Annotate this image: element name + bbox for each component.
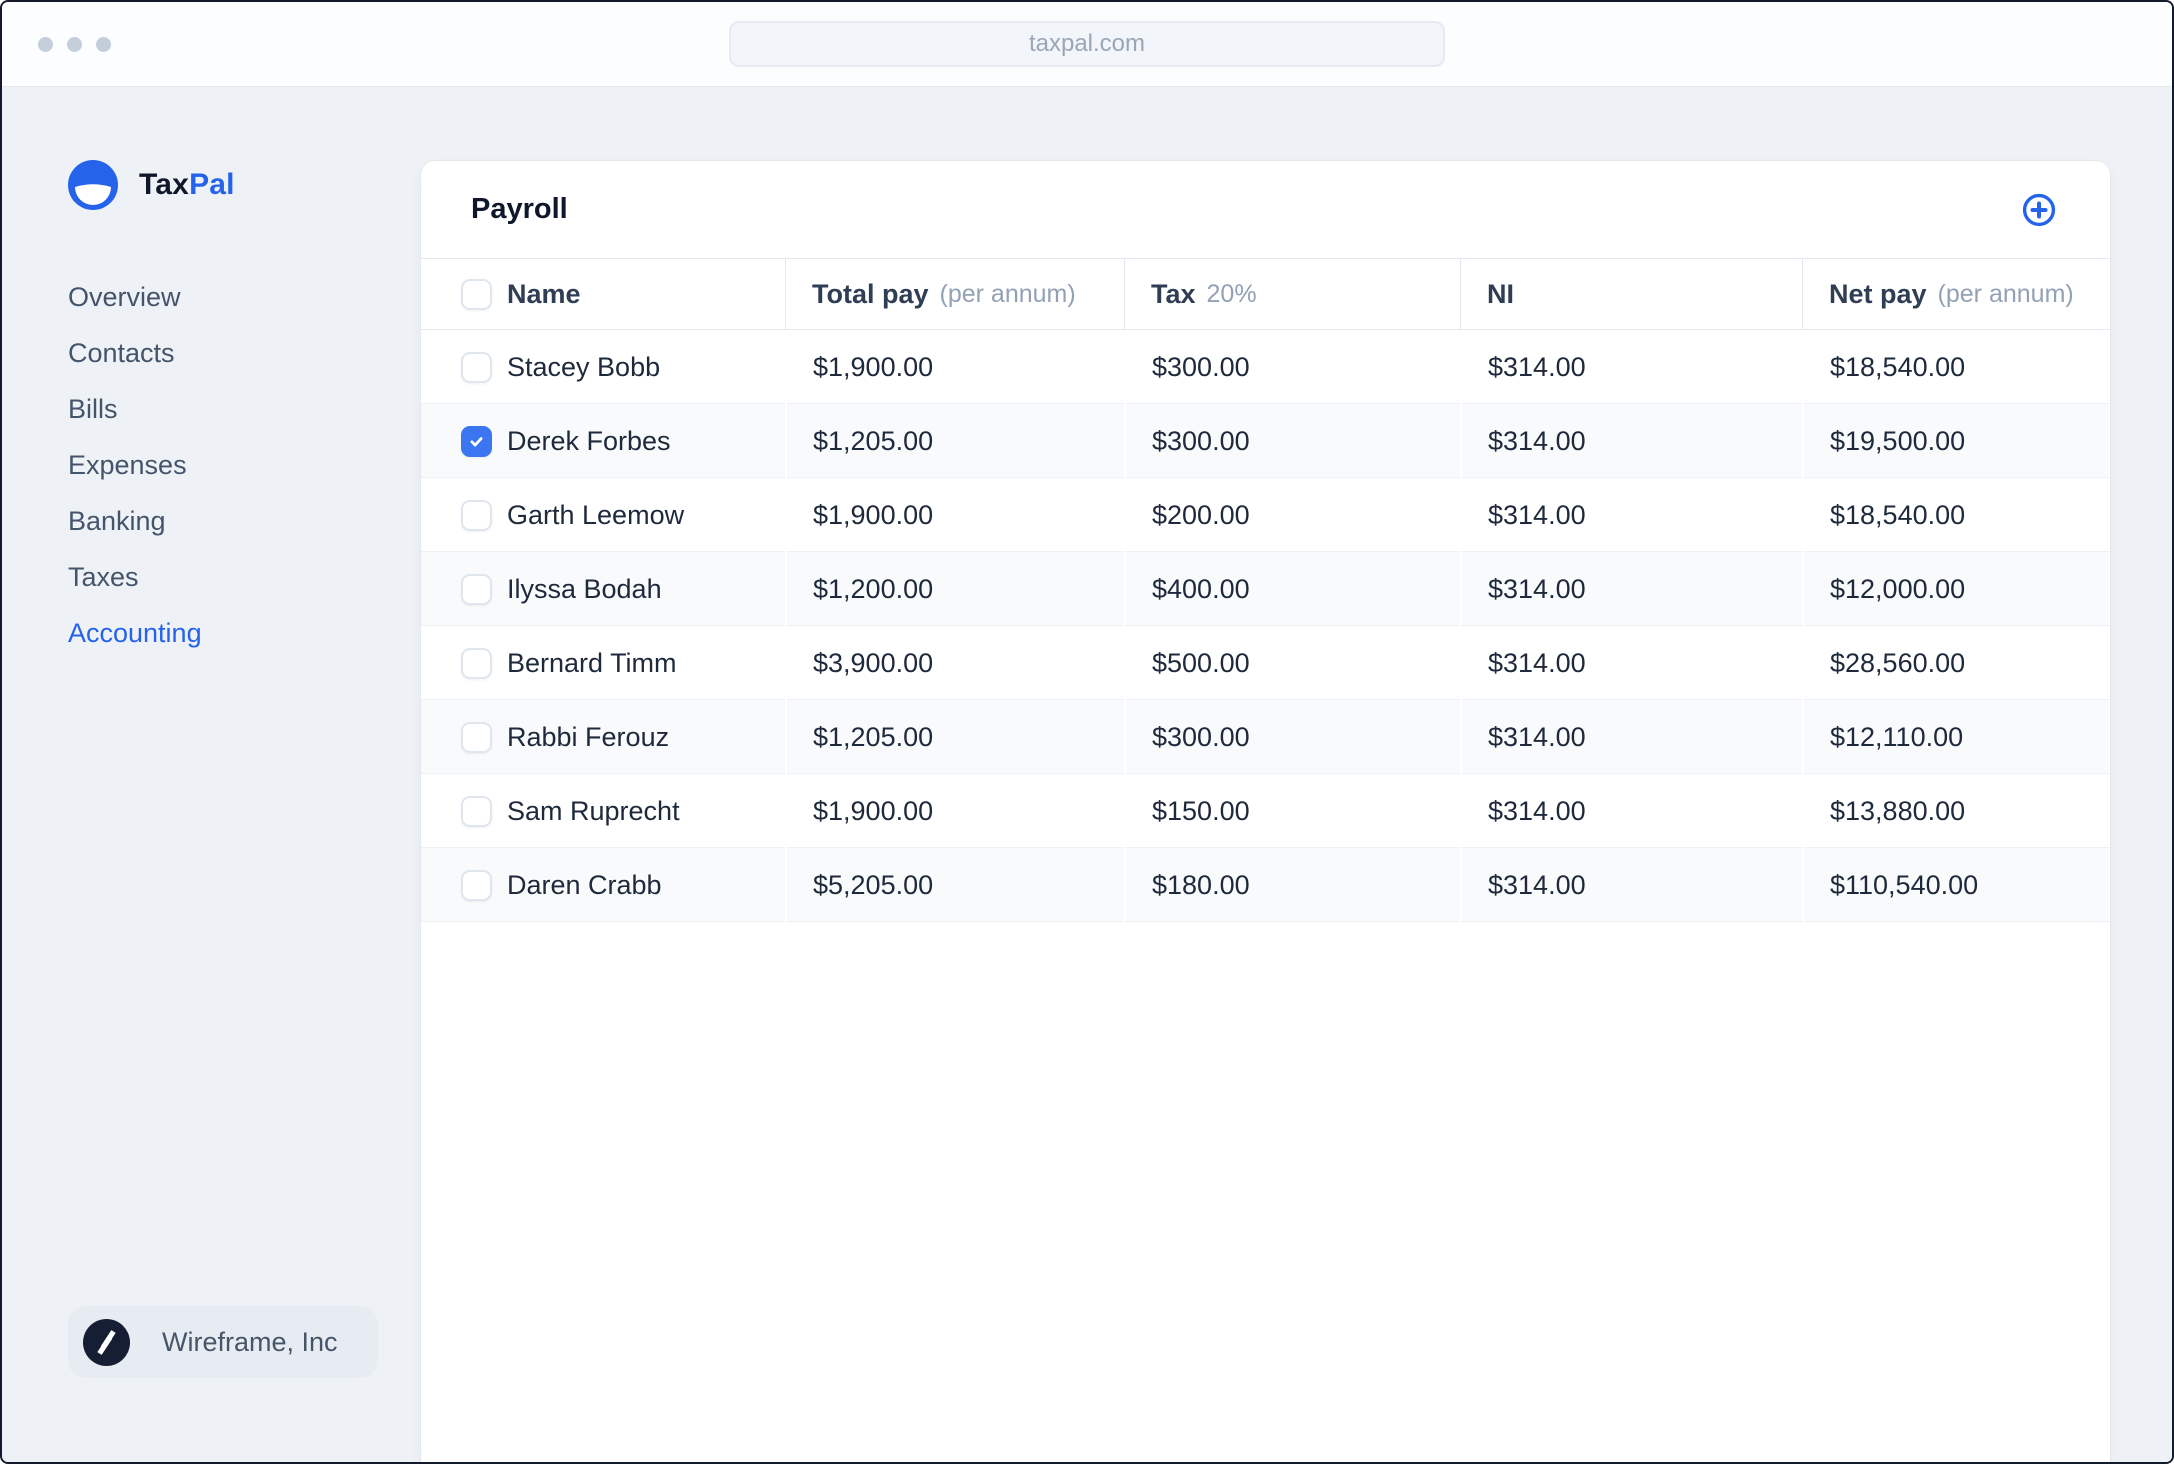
cell-ni: $314.00 bbox=[1460, 404, 1802, 478]
cell-total-pay: $1,205.00 bbox=[785, 404, 1124, 478]
sidebar-item-expenses[interactable]: Expenses bbox=[68, 450, 187, 481]
wireframe-logo-icon bbox=[83, 1318, 130, 1366]
page-content: TaxPal Overview Contacts Bills Expenses … bbox=[2, 87, 2172, 1462]
brand-name: TaxPal bbox=[139, 168, 235, 201]
table-header-row: Name Total pay (per annum) Tax 20% NI Ne… bbox=[421, 258, 2110, 330]
cell-name: Daren Crabb bbox=[421, 848, 785, 922]
cell-tax: $500.00 bbox=[1124, 626, 1460, 700]
cell-ni: $314.00 bbox=[1460, 700, 1802, 774]
brand: TaxPal bbox=[68, 160, 421, 210]
cell-net-pay: $18,540.00 bbox=[1802, 478, 2110, 552]
table-row: Stacey Bobb $1,900.00 $300.00 $314.00 $1… bbox=[421, 330, 2110, 404]
main-area: Payroll Name Total pay (per annum) Tax 2… bbox=[421, 87, 2172, 1462]
table-row: Bernard Timm $3,900.00 $500.00 $314.00 $… bbox=[421, 626, 2110, 700]
cell-tax: $300.00 bbox=[1124, 404, 1460, 478]
column-header-total-pay: Total pay (per annum) bbox=[785, 259, 1124, 329]
cell-tax: $400.00 bbox=[1124, 552, 1460, 626]
column-header-name: Name bbox=[421, 259, 785, 329]
table-row: Daren Crabb $5,205.00 $180.00 $314.00 $1… bbox=[421, 848, 2110, 922]
column-header-ni: NI bbox=[1460, 259, 1802, 329]
cell-ni: $314.00 bbox=[1460, 330, 1802, 404]
cell-name: Ilyssa Bodah bbox=[421, 552, 785, 626]
sidebar: TaxPal Overview Contacts Bills Expenses … bbox=[2, 87, 421, 1462]
window-dot-icon bbox=[96, 36, 111, 52]
column-header-net-pay: Net pay (per annum) bbox=[1802, 259, 2110, 329]
table-row: Derek Forbes $1,205.00 $300.00 $314.00 $… bbox=[421, 404, 2110, 478]
payroll-header: Payroll bbox=[421, 161, 2110, 258]
sidebar-nav: Overview Contacts Bills Expenses Banking… bbox=[68, 269, 421, 661]
cell-total-pay: $1,200.00 bbox=[785, 552, 1124, 626]
cell-ni: $314.00 bbox=[1460, 552, 1802, 626]
cell-net-pay: $12,110.00 bbox=[1802, 700, 2110, 774]
window-dot-icon bbox=[67, 36, 82, 52]
url-text: taxpal.com bbox=[1028, 30, 1146, 57]
payroll-card: Payroll Name Total pay (per annum) Tax 2… bbox=[421, 161, 2110, 1462]
app-window: taxpal.com TaxPal Overview Contacts Bill… bbox=[0, 0, 2174, 1464]
cell-total-pay: $1,900.00 bbox=[785, 330, 1124, 404]
cell-net-pay: $12,000.00 bbox=[1802, 552, 2110, 626]
sidebar-item-taxes[interactable]: Taxes bbox=[68, 562, 139, 593]
url-bar[interactable]: taxpal.com bbox=[729, 21, 1445, 67]
row-checkbox[interactable] bbox=[461, 721, 492, 753]
cell-total-pay: $3,900.00 bbox=[785, 626, 1124, 700]
cell-total-pay: $1,205.00 bbox=[785, 700, 1124, 774]
cell-ni: $314.00 bbox=[1460, 478, 1802, 552]
window-controls bbox=[38, 2, 111, 86]
company-badge[interactable]: Wireframe, Inc bbox=[68, 1306, 378, 1378]
cell-name: Rabbi Ferouz bbox=[421, 700, 785, 774]
browser-topbar: taxpal.com bbox=[2, 2, 2172, 87]
cell-name: Bernard Timm bbox=[421, 626, 785, 700]
cell-tax: $180.00 bbox=[1124, 848, 1460, 922]
table-row: Ilyssa Bodah $1,200.00 $400.00 $314.00 $… bbox=[421, 552, 2110, 626]
sidebar-item-bills[interactable]: Bills bbox=[68, 394, 118, 425]
cell-tax: $300.00 bbox=[1124, 330, 1460, 404]
sidebar-item-banking[interactable]: Banking bbox=[68, 506, 166, 537]
cell-tax: $200.00 bbox=[1124, 478, 1460, 552]
cell-net-pay: $18,540.00 bbox=[1802, 330, 2110, 404]
select-all-checkbox[interactable] bbox=[461, 278, 492, 310]
cell-name: Garth Leemow bbox=[421, 478, 785, 552]
column-header-tax: Tax 20% bbox=[1124, 259, 1460, 329]
cell-net-pay: $110,540.00 bbox=[1802, 848, 2110, 922]
cell-total-pay: $5,205.00 bbox=[785, 848, 1124, 922]
cell-tax: $150.00 bbox=[1124, 774, 1460, 848]
cell-net-pay: $19,500.00 bbox=[1802, 404, 2110, 478]
sidebar-item-accounting[interactable]: Accounting bbox=[68, 618, 202, 649]
window-dot-icon bbox=[38, 36, 53, 52]
page-title: Payroll bbox=[471, 193, 568, 225]
row-checkbox[interactable] bbox=[461, 499, 492, 531]
cell-tax: $300.00 bbox=[1124, 700, 1460, 774]
cell-name: Sam Ruprecht bbox=[421, 774, 785, 848]
cell-net-pay: $13,880.00 bbox=[1802, 774, 2110, 848]
cell-name: Derek Forbes bbox=[421, 404, 785, 478]
cell-total-pay: $1,900.00 bbox=[785, 774, 1124, 848]
row-checkbox[interactable] bbox=[461, 647, 492, 679]
add-employee-button[interactable] bbox=[2021, 192, 2057, 228]
check-icon bbox=[470, 436, 483, 446]
sidebar-item-overview[interactable]: Overview bbox=[68, 282, 181, 313]
row-checkbox[interactable] bbox=[461, 425, 492, 457]
table-row: Sam Ruprecht $1,900.00 $150.00 $314.00 $… bbox=[421, 774, 2110, 848]
cell-total-pay: $1,900.00 bbox=[785, 478, 1124, 552]
table-row: Rabbi Ferouz $1,205.00 $300.00 $314.00 $… bbox=[421, 700, 2110, 774]
row-checkbox[interactable] bbox=[461, 351, 492, 383]
cell-ni: $314.00 bbox=[1460, 848, 1802, 922]
taxpal-logo-icon bbox=[68, 160, 118, 210]
cell-name: Stacey Bobb bbox=[421, 330, 785, 404]
company-name: Wireframe, Inc bbox=[162, 1326, 338, 1357]
row-checkbox[interactable] bbox=[461, 795, 492, 827]
plus-circle-icon bbox=[2022, 193, 2056, 226]
table-row: Garth Leemow $1,900.00 $200.00 $314.00 $… bbox=[421, 478, 2110, 552]
table-body: Stacey Bobb $1,900.00 $300.00 $314.00 $1… bbox=[421, 330, 2110, 1462]
row-checkbox[interactable] bbox=[461, 869, 492, 901]
row-checkbox[interactable] bbox=[461, 573, 492, 605]
cell-ni: $314.00 bbox=[1460, 626, 1802, 700]
cell-net-pay: $28,560.00 bbox=[1802, 626, 2110, 700]
cell-ni: $314.00 bbox=[1460, 774, 1802, 848]
sidebar-item-contacts[interactable]: Contacts bbox=[68, 338, 175, 369]
